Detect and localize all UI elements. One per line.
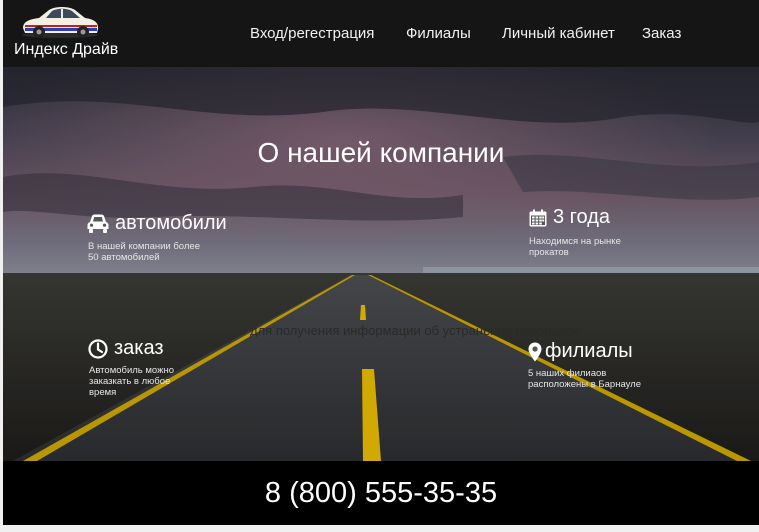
feature-branches-desc-line: 5 наших филиаов — [528, 368, 607, 379]
phone-bar: 8 (800) 555-35-35 — [3, 461, 759, 525]
feature-branches: филиалы 5 наших филиаов расположены в Ба… — [528, 340, 641, 390]
calendar-icon — [529, 209, 547, 226]
feature-years-title: 3 года — [553, 206, 611, 228]
support-info-text: для получения информации об устранении н… — [250, 323, 580, 338]
hero-title: О нашей компании — [257, 137, 505, 168]
feature-order-desc-line: время — [89, 387, 117, 398]
nav-login-register[interactable]: Вход/регестрация — [250, 25, 374, 42]
feature-order: заказ Автомобиль можно заказкать в любое… — [88, 337, 174, 398]
feature-years-desc-line: Находимся на рынке — [529, 236, 621, 247]
feature-order-title: заказ — [114, 337, 164, 359]
brand-name[interactable]: Индекс Драйв — [14, 41, 118, 59]
hero-section: О нашей компании автомобили В нашей комп… — [3, 67, 759, 461]
feature-years: 3 года Находимся на рынке прокатов — [529, 206, 621, 258]
clock-icon — [88, 338, 108, 359]
site-header: Индекс Драйв Вход/регестрация Филиалы Ли… — [3, 0, 759, 67]
feature-years-desc-line: прокатов — [529, 247, 569, 258]
road-background-image — [3, 67, 759, 461]
feature-order-desc-line: Автомобиль можно — [89, 365, 174, 376]
feature-branches-title: филиалы — [545, 340, 633, 362]
feature-branches-desc-line: расположены в Барнауле — [528, 379, 641, 390]
car-logo-icon[interactable] — [19, 4, 101, 40]
car-icon — [87, 214, 109, 233]
feature-cars: автомобили В нашей компании более 50 авт… — [87, 212, 227, 263]
page-frame: Индекс Драйв Вход/регестрация Филиалы Ли… — [3, 0, 759, 525]
feature-cars-desc-line: 50 автомобилей — [88, 252, 160, 263]
nav-personal-account[interactable]: Личный кабинет — [502, 25, 615, 42]
nav-branches[interactable]: Филиалы — [406, 25, 471, 42]
nav-order[interactable]: Заказ — [642, 25, 681, 42]
phone-number[interactable]: 8 (800) 555-35-35 — [3, 477, 759, 510]
map-marker-icon — [528, 342, 542, 361]
feature-order-desc-line: заказкать в любое — [89, 376, 171, 387]
feature-cars-desc-line: В нашей компании более — [88, 241, 200, 252]
feature-cars-title: автомобили — [115, 212, 227, 234]
